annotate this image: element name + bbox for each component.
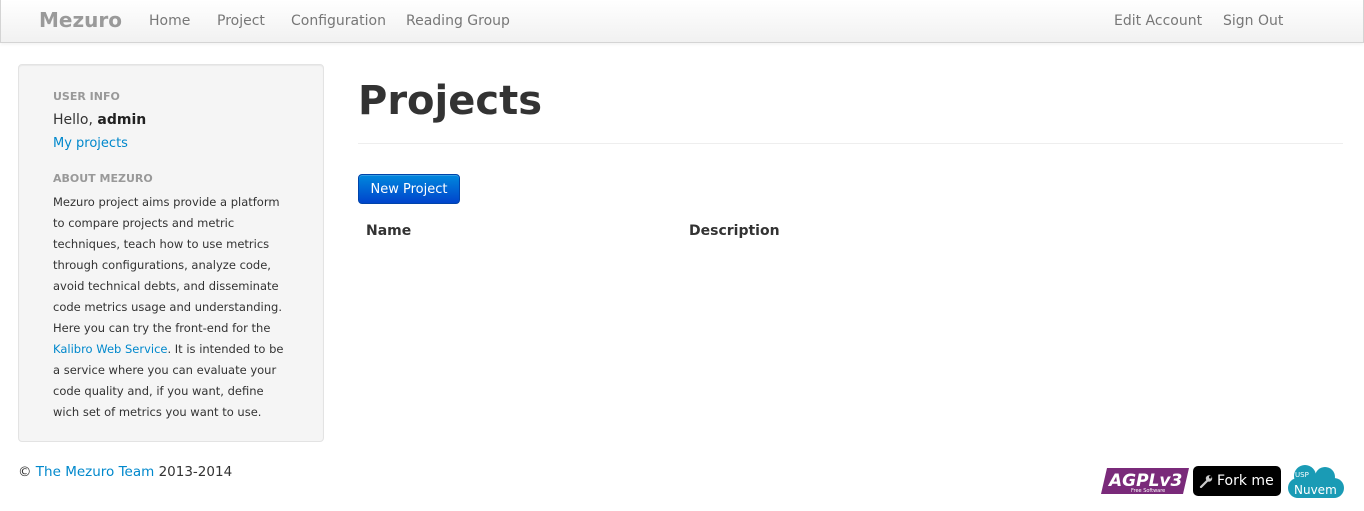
new-project-button[interactable]: New Project (358, 174, 460, 204)
copyright-symbol: © (18, 464, 32, 480)
nuvem-label: Nuvem (1294, 483, 1337, 497)
kalibro-link[interactable]: Kalibro Web Service (53, 342, 167, 356)
fork-me-badge[interactable]: Fork me (1193, 466, 1281, 496)
about-text: Mezuro project aims provide a platform t… (53, 192, 293, 423)
nav-configuration[interactable]: Configuration (291, 13, 386, 29)
agpl-sublabel: Free Software (1131, 488, 1165, 494)
nav-reading-group[interactable]: Reading Group (406, 13, 510, 29)
nav-home[interactable]: Home (149, 13, 190, 29)
wrench-icon (1199, 475, 1213, 488)
sidebar: USER INFO Hello, admin My projects ABOUT… (18, 64, 324, 442)
about-paragraph-1: Mezuro project aims provide a platform t… (53, 195, 282, 314)
about-paragraph-2: Here you can try the front-end for the (53, 321, 271, 335)
fork-me-label: Fork me (1217, 473, 1274, 489)
nav-sign-out[interactable]: Sign Out (1223, 13, 1283, 29)
username: admin (97, 112, 147, 128)
page-title: Projects (358, 78, 543, 124)
greeting-prefix: Hello, (53, 112, 98, 128)
brand-logo[interactable]: Mezuro (39, 8, 122, 32)
copyright-years: 2013-2014 (158, 464, 233, 480)
nuvem-badge[interactable]: USP Nuvem (1285, 462, 1345, 502)
nav-project[interactable]: Project (217, 13, 265, 29)
agpl-badge[interactable]: AGPLv3 Free Software (1101, 466, 1189, 496)
cloud-icon: USP Nuvem (1288, 465, 1344, 498)
nuvem-badge-text: USP (1295, 471, 1309, 479)
about-header: ABOUT MEZURO (53, 172, 153, 185)
user-info-header: USER INFO (53, 90, 120, 103)
top-navbar: Mezuro Home Project Configuration Readin… (0, 0, 1364, 43)
agpl-logo-icon: AGPLv3 Free Software (1101, 468, 1189, 494)
column-header-name: Name (366, 223, 412, 239)
my-projects-link[interactable]: My projects (53, 136, 128, 151)
nav-edit-account[interactable]: Edit Account (1114, 13, 1202, 29)
team-link[interactable]: The Mezuro Team (36, 464, 154, 480)
greeting: Hello, admin (53, 112, 146, 128)
title-divider (358, 143, 1343, 144)
footer-copyright: © The Mezuro Team 2013-2014 (18, 464, 232, 480)
column-header-description: Description (689, 223, 780, 239)
